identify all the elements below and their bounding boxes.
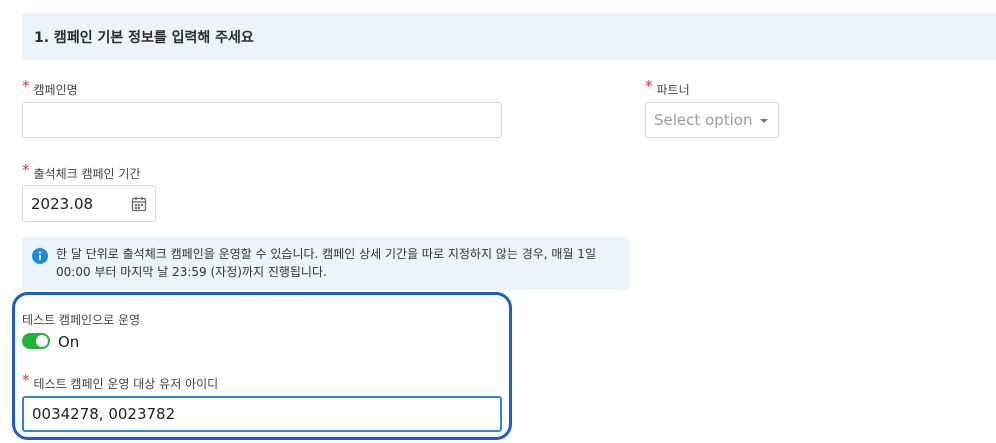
section-header: 1. 캠페인 기본 정보를 입력해 주세요	[22, 13, 996, 60]
partner-select-placeholder: Select option	[654, 111, 753, 129]
required-mark: *	[645, 77, 653, 95]
required-mark: *	[22, 161, 30, 179]
info-text: 한 달 단위로 출석체크 캠페인을 운영할 수 있습니다. 캠페인 상세 기간을…	[56, 247, 596, 279]
info-circle-icon	[32, 248, 48, 269]
period-label: * 출석체크 캠페인 기간	[22, 161, 141, 181]
campaign-name-label: * 캠페인명	[22, 77, 78, 97]
period-value: 2023.08	[31, 194, 94, 213]
test-users-label: * 테스트 캠페인 운영 대상 유저 아이디	[22, 371, 219, 391]
info-notice: 한 달 단위로 출석체크 캠페인을 운영할 수 있습니다. 캠페인 상세 기간을…	[22, 237, 629, 290]
required-mark: *	[22, 371, 30, 389]
toggle-knob	[36, 335, 48, 347]
test-mode-label: 테스트 캠페인으로 운영	[22, 313, 141, 327]
required-mark: *	[22, 77, 30, 95]
test-user-ids-input[interactable]	[22, 396, 502, 432]
partner-label: * 파트너	[645, 77, 690, 97]
period-date-picker[interactable]: 2023.08	[22, 185, 156, 222]
test-mode-toggle[interactable]	[22, 333, 50, 349]
partner-select[interactable]: Select option	[645, 102, 779, 138]
chevron-down-icon	[760, 119, 769, 123]
campaign-name-input[interactable]	[22, 102, 502, 138]
test-mode-state: On	[58, 333, 80, 351]
section-title: 1. 캠페인 기본 정보를 입력해 주세요	[34, 29, 254, 46]
calendar-icon[interactable]	[131, 196, 147, 216]
